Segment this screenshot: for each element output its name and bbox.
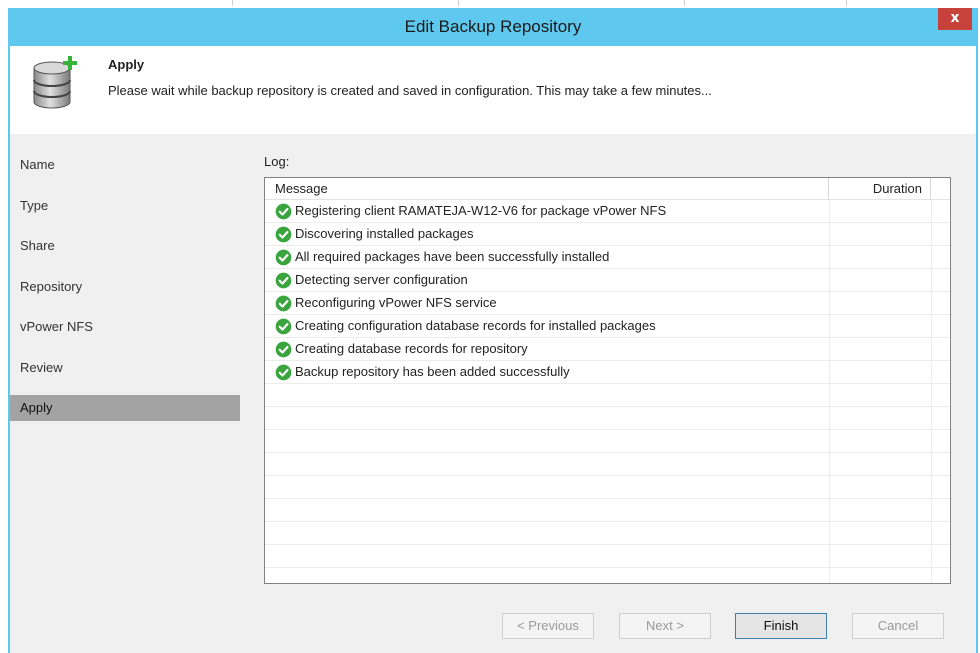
close-button[interactable]: x <box>938 8 972 30</box>
empty-log-row <box>265 545 950 568</box>
log-row[interactable]: Registering client RAMATEJA-W12-V6 for p… <box>265 200 950 223</box>
empty-log-row <box>265 453 950 476</box>
empty-log-row <box>265 430 950 453</box>
empty-log-row <box>265 522 950 545</box>
database-add-icon <box>33 56 77 109</box>
log-message: Discovering installed packages <box>295 226 474 241</box>
log-message: All required packages have been successf… <box>295 249 610 264</box>
log-message: Backup repository has been added success… <box>295 364 570 379</box>
nav-item-review[interactable]: Review <box>10 355 240 381</box>
success-check-icon <box>275 364 292 381</box>
success-check-icon <box>275 318 292 335</box>
nav-item-vpower-nfs[interactable]: vPower NFS <box>10 314 240 340</box>
background-divider <box>684 0 685 6</box>
log-message: Creating database records for repository <box>295 341 528 356</box>
empty-log-row <box>265 499 950 522</box>
log-message: Registering client RAMATEJA-W12-V6 for p… <box>295 203 667 218</box>
title-bar[interactable]: Edit Backup Repository x <box>8 8 978 46</box>
step-header: Apply Please wait while backup repositor… <box>10 46 976 134</box>
empty-log-row <box>265 476 950 499</box>
nav-item-repository[interactable]: Repository <box>10 274 240 300</box>
nav-item-name[interactable]: Name <box>10 152 240 178</box>
success-check-icon <box>275 249 292 266</box>
next-button[interactable]: Next > <box>619 613 711 639</box>
log-row[interactable]: All required packages have been successf… <box>265 246 950 269</box>
log-rows: Registering client RAMATEJA-W12-V6 for p… <box>265 200 950 568</box>
nav-item-share[interactable]: Share <box>10 233 240 259</box>
nav-item-apply[interactable]: Apply <box>10 395 240 421</box>
log-row[interactable]: Reconfiguring vPower NFS service <box>265 292 950 315</box>
column-header-filler <box>931 178 950 200</box>
success-check-icon <box>275 226 292 243</box>
column-header-message[interactable]: Message <box>265 178 829 200</box>
log-message: Creating configuration database records … <box>295 318 656 333</box>
log-message: Reconfiguring vPower NFS service <box>295 295 497 310</box>
dialog-title: Edit Backup Repository <box>404 17 582 36</box>
log-row[interactable]: Creating configuration database records … <box>265 315 950 338</box>
log-row[interactable]: Backup repository has been added success… <box>265 361 950 384</box>
wizard-steps-nav: Name Type Share Repository vPower NFS Re… <box>10 134 246 592</box>
log-label: Log: <box>264 154 290 169</box>
cancel-button[interactable]: Cancel <box>852 613 944 639</box>
step-description: Please wait while backup repository is c… <box>108 83 712 98</box>
success-check-icon <box>275 295 292 312</box>
log-row[interactable]: Discovering installed packages <box>265 223 950 246</box>
log-message: Detecting server configuration <box>295 272 468 287</box>
nav-item-type[interactable]: Type <box>10 193 240 219</box>
log-row[interactable]: Detecting server configuration <box>265 269 950 292</box>
empty-log-row <box>265 407 950 430</box>
log-table[interactable]: Message Duration Registering client RAMA… <box>264 177 951 584</box>
finish-button[interactable]: Finish <box>735 613 827 639</box>
column-header-duration[interactable]: Duration <box>829 178 931 200</box>
step-title: Apply <box>108 57 145 72</box>
background-divider <box>232 0 233 6</box>
previous-button[interactable]: < Previous <box>502 613 594 639</box>
empty-log-row <box>265 384 950 407</box>
success-check-icon <box>275 203 292 220</box>
log-row[interactable]: Creating database records for repository <box>265 338 950 361</box>
background-strip <box>0 0 980 8</box>
background-divider <box>846 0 847 6</box>
success-check-icon <box>275 341 292 358</box>
success-check-icon <box>275 272 292 289</box>
background-divider <box>458 0 459 6</box>
